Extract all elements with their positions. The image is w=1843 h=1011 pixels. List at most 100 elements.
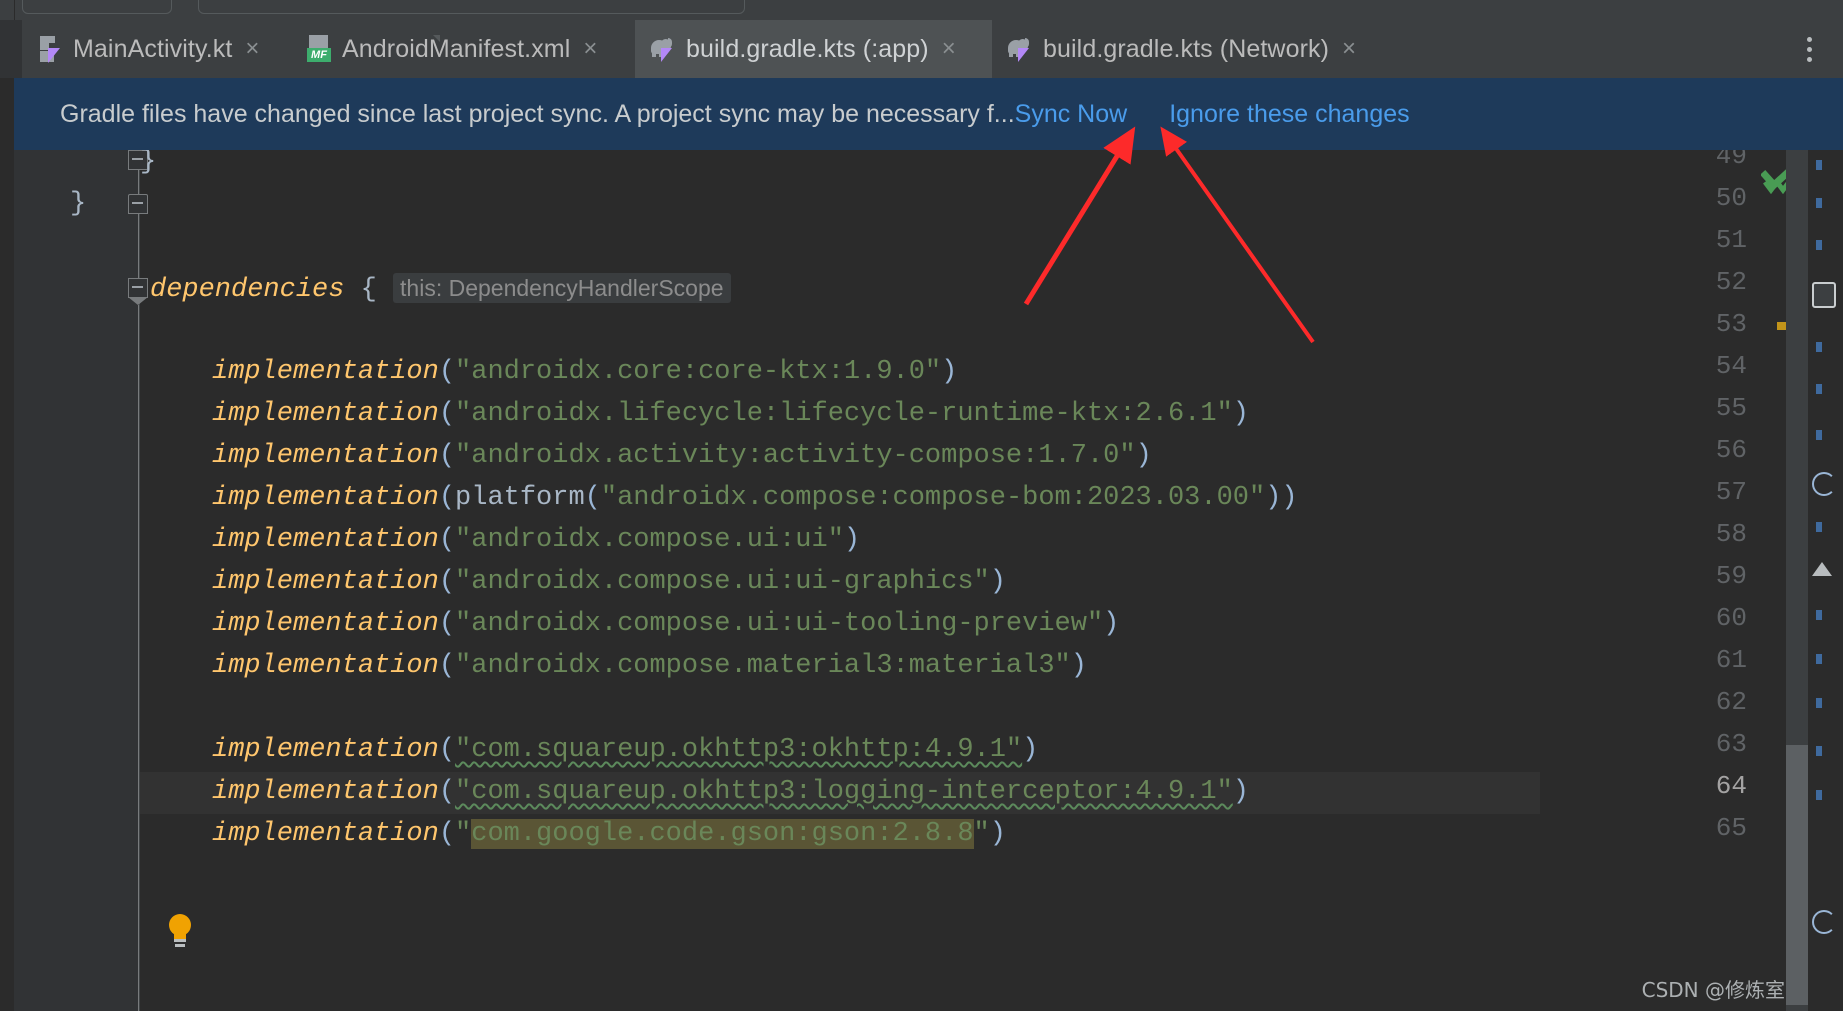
- code-token: ): [990, 819, 1006, 849]
- code-token: }: [140, 150, 156, 177]
- right-sliver-box-icon[interactable]: [1812, 282, 1836, 308]
- code-token: (: [439, 483, 455, 513]
- right-sliver-item: [1816, 654, 1822, 664]
- code-text-area[interactable]: } } dependencies { this: DependencyHandl…: [140, 150, 1540, 1011]
- editor-tab-build-gradle-network[interactable]: build.gradle.kts (Network) ×: [992, 20, 1402, 78]
- code-token: ): [990, 567, 1006, 597]
- line-number: 52: [1687, 267, 1747, 297]
- editor-tab-androidmanifest[interactable]: MF AndroidManifest.xml ×: [291, 20, 635, 78]
- right-sliver-item: [1816, 698, 1822, 708]
- code-token-platform: platform: [455, 483, 585, 513]
- ignore-changes-link[interactable]: Ignore these changes: [1169, 100, 1409, 129]
- code-token: ): [1071, 651, 1087, 681]
- right-sliver-item: [1816, 240, 1822, 250]
- line-number: 54: [1687, 351, 1747, 381]
- line-number: 56: [1687, 435, 1747, 465]
- line-number: 59: [1687, 561, 1747, 591]
- code-token: (: [439, 777, 455, 807]
- inline-parameter-hint: this: DependencyHandlerScope: [393, 273, 730, 303]
- code-line-59: implementation("androidx.compose.ui:ui-g…: [212, 561, 1006, 603]
- code-line-64: implementation("com.squareup.okhttp3:log…: [212, 771, 1249, 813]
- gradle-file-icon: [1006, 35, 1034, 63]
- code-token: ): [1136, 441, 1152, 471]
- code-token-dependency: "androidx.activity:activity-compose:1.7.…: [455, 441, 1136, 471]
- editor-tab-label: build.gradle.kts (Network): [1043, 35, 1329, 64]
- code-token: }: [70, 189, 86, 219]
- line-number: 62: [1687, 687, 1747, 717]
- line-number: 50: [1687, 183, 1747, 213]
- kebab-menu-icon[interactable]: [1789, 20, 1829, 78]
- line-number: 61: [1687, 645, 1747, 675]
- code-token-implementation: implementation: [212, 357, 439, 387]
- editor-tab-build-gradle-app[interactable]: build.gradle.kts (:app) ×: [635, 20, 992, 78]
- code-token: (: [439, 525, 455, 555]
- code-token: (: [439, 399, 455, 429]
- tab-close-icon[interactable]: ×: [1342, 37, 1356, 61]
- code-token: (: [439, 441, 455, 471]
- editor-tab-label: AndroidManifest.xml: [342, 35, 570, 64]
- code-token-selected-dependency: com.google.code.gson:gson:2.8.8: [471, 819, 973, 849]
- right-sliver-triangle-icon[interactable]: [1812, 562, 1832, 576]
- code-token: ): [844, 525, 860, 555]
- code-token-implementation: implementation: [212, 777, 439, 807]
- editor-gutter[interactable]: [14, 150, 140, 1011]
- right-sliver-item: [1816, 790, 1822, 800]
- banner-message: Gradle files have changed since last pro…: [60, 100, 1015, 129]
- watermark: CSDN @修炼室: [1642, 974, 1785, 1003]
- kotlin-file-icon: [36, 35, 64, 63]
- code-token-dependency: "androidx.compose.ui:ui-graphics": [455, 567, 990, 597]
- code-token-dependencies: dependencies: [150, 275, 344, 305]
- right-sliver-item: [1816, 160, 1822, 170]
- tab-close-icon[interactable]: ×: [942, 37, 956, 61]
- gradle-file-icon: [649, 35, 677, 63]
- editor-scrollbar-thumb[interactable]: [1786, 745, 1808, 1005]
- right-sliver-item: [1816, 198, 1822, 208]
- code-token-dependency: "androidx.compose.ui:ui-tooling-preview": [455, 609, 1103, 639]
- code-line-57: implementation(platform("androidx.compos…: [212, 477, 1298, 519]
- code-token: ): [1103, 609, 1119, 639]
- code-token: ): [1233, 777, 1249, 807]
- editor-tab-mainactivity[interactable]: MainActivity.kt ×: [22, 20, 291, 78]
- toolbar-pill-right[interactable]: [198, 0, 745, 14]
- code-line-50: }: [70, 183, 86, 225]
- right-sliver-circle-icon[interactable]: [1812, 910, 1836, 934]
- code-token-implementation: implementation: [212, 567, 439, 597]
- code-token: (: [439, 567, 455, 597]
- code-editor[interactable]: 49 50 51 52 53 54 55 56 57 58 59 60 61 6…: [0, 150, 1843, 1011]
- right-sliver-item: [1816, 746, 1822, 756]
- code-token: {: [361, 275, 377, 305]
- editor-tab-label: MainActivity.kt: [73, 35, 232, 64]
- code-token-dependency: "androidx.lifecycle:lifecycle-runtime-kt…: [455, 399, 1233, 429]
- line-number: 63: [1687, 729, 1747, 759]
- strip-divider: [14, 0, 15, 20]
- code-token-dependency: "com.squareup.okhttp3:okhttp:4.9.1": [455, 735, 1022, 765]
- right-tool-window-sliver[interactable]: [1808, 150, 1843, 1011]
- code-line-61: implementation("androidx.compose.materia…: [212, 645, 1087, 687]
- gradle-sync-banner: Gradle files have changed since last pro…: [14, 78, 1843, 150]
- code-token-implementation: implementation: [212, 609, 439, 639]
- code-token: (: [439, 819, 455, 849]
- code-token-implementation: implementation: [212, 399, 439, 429]
- code-token-implementation: implementation: [212, 819, 439, 849]
- code-line-56: implementation("androidx.activity:activi…: [212, 435, 1152, 477]
- right-sliver-circle-icon[interactable]: [1812, 472, 1836, 496]
- line-number: 58: [1687, 519, 1747, 549]
- sync-now-link[interactable]: Sync Now: [1015, 100, 1128, 129]
- line-number: 65: [1687, 813, 1747, 843]
- code-token: (: [439, 357, 455, 387]
- code-token: )): [1265, 483, 1297, 513]
- tab-close-icon[interactable]: ×: [245, 37, 259, 61]
- toolbar-pill-left[interactable]: [22, 0, 172, 14]
- code-token: (: [585, 483, 601, 513]
- code-token-implementation: implementation: [212, 441, 439, 471]
- tab-bar-left-gutter: [0, 20, 22, 78]
- fold-connector: [138, 214, 140, 280]
- code-token-dependency: "androidx.core:core-ktx:1.9.0": [455, 357, 941, 387]
- tab-close-icon[interactable]: ×: [583, 37, 597, 61]
- code-token: ): [1022, 735, 1038, 765]
- code-token: (: [439, 651, 455, 681]
- line-number-current: 64: [1687, 771, 1747, 801]
- code-line-65: implementation("com.google.code.gson:gso…: [212, 813, 1006, 855]
- code-token-dependency: "androidx.compose.material3:material3": [455, 651, 1071, 681]
- code-token-implementation: implementation: [212, 735, 439, 765]
